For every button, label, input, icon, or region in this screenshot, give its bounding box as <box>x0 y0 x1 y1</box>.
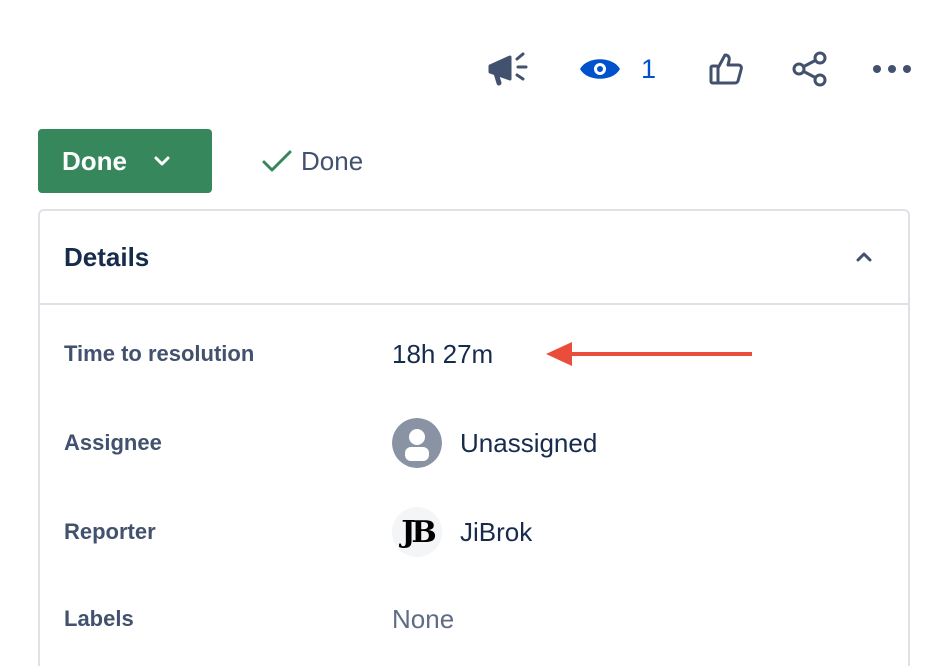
share-icon <box>792 51 827 87</box>
time-to-resolution-value[interactable]: 18h 27m <box>392 339 493 370</box>
reporter-value[interactable]: JB JiBrok <box>392 507 532 557</box>
field-label: Labels <box>64 606 134 631</box>
share-button[interactable] <box>790 44 830 94</box>
field-reporter: Reporter JB JiBrok <box>64 507 532 557</box>
megaphone-icon <box>488 52 528 86</box>
reporter-name: JiBrok <box>460 516 533 547</box>
field-time-to-resolution: Time to resolution 18h 27m <box>64 329 493 379</box>
eye-icon <box>579 59 620 79</box>
details-title: Details <box>64 241 150 272</box>
resolution-indicator: Done <box>261 136 363 186</box>
chevron-up-icon <box>856 252 872 262</box>
details-panel: Details Time to resolution 18h 27m Assig… <box>38 209 910 666</box>
status-transition-button[interactable]: Done <box>38 129 212 193</box>
field-label: Time to resolution <box>64 341 255 366</box>
more-actions-button[interactable] <box>870 44 914 94</box>
assignee-name: Unassigned <box>460 427 598 458</box>
checkmark-icon <box>261 148 293 174</box>
chevron-down-icon <box>153 155 171 167</box>
collapse-button[interactable] <box>844 237 884 277</box>
default-avatar-icon <box>392 418 442 468</box>
labels-value[interactable]: None <box>392 604 454 635</box>
assignee-value[interactable]: Unassigned <box>392 418 597 468</box>
watch-button[interactable]: 1 <box>579 44 656 94</box>
field-label: Reporter <box>64 519 156 544</box>
field-assignee: Assignee Unassigned <box>64 418 597 468</box>
field-label: Assignee <box>64 430 162 455</box>
avatar: JB <box>392 507 442 557</box>
like-button[interactable] <box>706 44 746 94</box>
annotation-arrow-icon <box>546 342 752 366</box>
resolution-text: Done <box>301 145 364 176</box>
thumbs-up-icon <box>709 53 743 85</box>
watch-count: 1 <box>640 53 656 84</box>
status-label: Done <box>62 145 127 176</box>
announce-button[interactable] <box>485 44 529 94</box>
issue-sidebar: 1 Done Done Details Time to resolution 1… <box>0 0 944 666</box>
issue-toolbar: 1 <box>485 44 914 94</box>
details-panel-header[interactable]: Details <box>40 211 908 305</box>
more-horizontal-icon <box>873 65 911 73</box>
field-labels: Labels None <box>64 594 454 644</box>
